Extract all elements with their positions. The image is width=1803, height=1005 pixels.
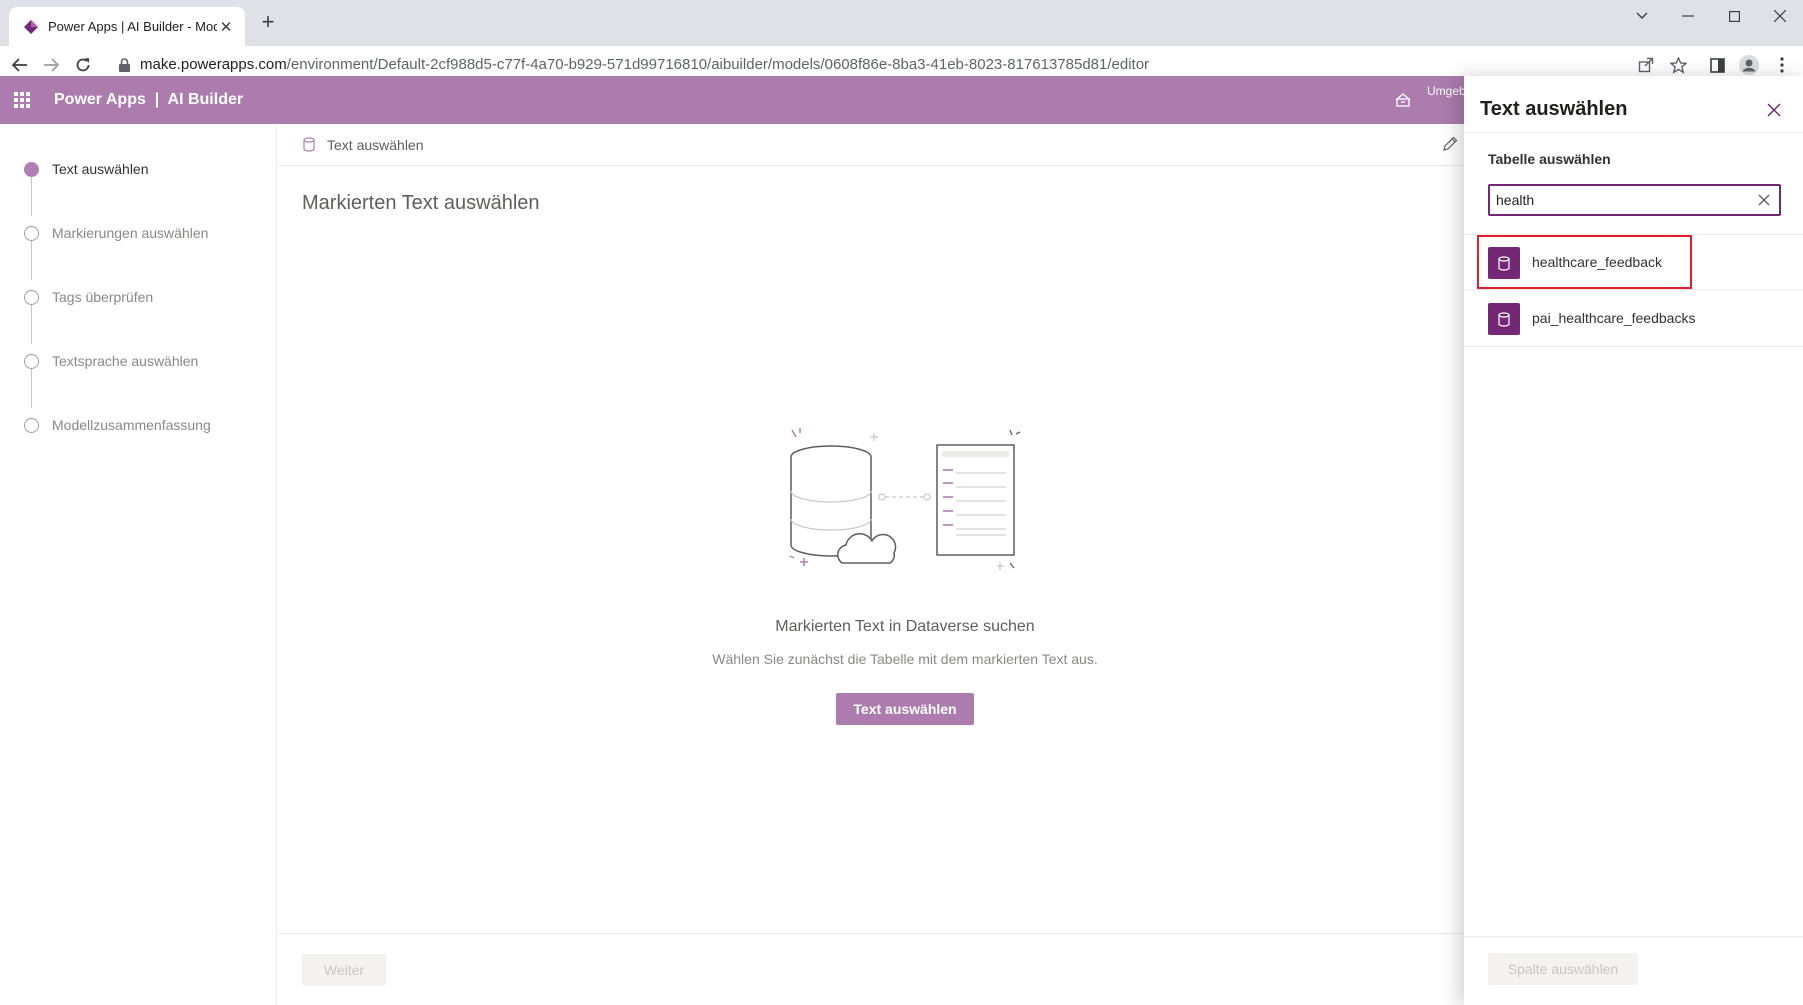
url-path: /environment/Default-2cf988d5-c77f-4a70-… bbox=[286, 56, 1150, 73]
step-text-language[interactable]: Textsprache auswählen bbox=[24, 351, 198, 371]
select-column-button[interactable]: Spalte auswählen bbox=[1488, 953, 1638, 985]
close-window-icon[interactable] bbox=[1768, 5, 1792, 27]
dataverse-illustration bbox=[789, 428, 1021, 570]
step-label: Textsprache auswählen bbox=[52, 353, 199, 369]
table-icon bbox=[303, 137, 315, 152]
step-connector bbox=[31, 304, 32, 344]
table-search-box[interactable] bbox=[1488, 184, 1781, 216]
minimize-window-icon[interactable] bbox=[1676, 5, 1700, 27]
back-arrow-icon[interactable] bbox=[10, 55, 30, 75]
step-text-select[interactable]: Text auswählen bbox=[24, 159, 149, 179]
breadcrumb-label: Text auswählen bbox=[327, 137, 424, 153]
table-search-input[interactable] bbox=[1496, 190, 1746, 210]
step-connector bbox=[31, 176, 32, 216]
page-title: Markierten Text auswählen bbox=[302, 192, 540, 214]
panel-footer-divider bbox=[1464, 936, 1803, 937]
clear-search-icon[interactable] bbox=[1756, 192, 1772, 208]
step-indicator bbox=[24, 353, 39, 369]
select-text-panel: Text auswählen Tabelle auswählen healthc… bbox=[1464, 76, 1803, 1005]
lock-icon[interactable] bbox=[118, 58, 131, 72]
forward-arrow-icon[interactable] bbox=[41, 55, 61, 75]
url-host: make.powerapps.com bbox=[140, 56, 287, 73]
step-review-tags[interactable]: Tags überprüfen bbox=[24, 287, 153, 307]
share-icon[interactable] bbox=[1636, 55, 1656, 75]
power-apps-favicon-icon bbox=[24, 19, 38, 34]
maximize-window-icon[interactable] bbox=[1722, 5, 1746, 27]
app-title: Power Apps | AI Builder bbox=[54, 91, 244, 108]
new-tab-icon[interactable]: + bbox=[258, 9, 278, 35]
wizard-footer: Weiter bbox=[278, 933, 1464, 1005]
url-text[interactable]: make.powerapps.com/environment/Default-2… bbox=[140, 56, 1149, 73]
next-button[interactable]: Weiter bbox=[302, 954, 386, 986]
highlight-annotation bbox=[1477, 235, 1692, 289]
empty-state-title: Markierten Text in Dataverse suchen bbox=[775, 618, 1035, 635]
step-markings-select[interactable]: Markierungen auswählen bbox=[24, 223, 208, 243]
environment-label[interactable]: Umgeb bbox=[1427, 84, 1466, 98]
environment-icon[interactable] bbox=[1394, 91, 1412, 109]
close-tab-icon[interactable]: ✕ bbox=[217, 18, 235, 36]
step-indicator bbox=[24, 289, 39, 305]
app-launcher-icon[interactable] bbox=[14, 92, 30, 108]
step-label: Modellzusammenfassung bbox=[52, 417, 211, 433]
panel-divider bbox=[1464, 132, 1803, 133]
profile-avatar-icon[interactable] bbox=[1739, 55, 1759, 75]
table-select-label: Tabelle auswählen bbox=[1488, 151, 1611, 167]
empty-state-subtitle: Wählen Sie zunächst die Tabelle mit dem … bbox=[712, 651, 1098, 667]
panel-title: Text auswählen bbox=[1480, 98, 1628, 120]
side-panel-icon[interactable] bbox=[1707, 55, 1727, 75]
step-connector bbox=[31, 368, 32, 408]
step-indicator bbox=[24, 225, 39, 241]
select-text-button[interactable]: Text auswählen bbox=[836, 693, 974, 725]
table-result-label: pai_healthcare_feedbacks bbox=[1532, 310, 1696, 326]
table-result-item[interactable]: pai_healthcare_feedbacks bbox=[1464, 291, 1803, 347]
step-label: Tags überprüfen bbox=[52, 289, 154, 305]
step-indicator bbox=[24, 161, 39, 177]
browser-menu-icon[interactable] bbox=[1772, 55, 1792, 75]
browser-tab-title: Power Apps | AI Builder - Mod bbox=[48, 19, 217, 34]
close-panel-icon[interactable] bbox=[1764, 100, 1784, 120]
browser-tab[interactable]: Power Apps | AI Builder - Mod ✕ bbox=[9, 7, 245, 46]
step-model-summary[interactable]: Modellzusammenfassung bbox=[24, 415, 211, 435]
step-indicator bbox=[24, 417, 39, 433]
step-connector bbox=[31, 240, 32, 280]
wizard-stepper: Text auswählen Markierungen auswählen Ta… bbox=[0, 124, 277, 1005]
step-label: Text auswählen bbox=[52, 161, 149, 177]
browser-tab-strip: Power Apps | AI Builder - Mod ✕ + bbox=[0, 0, 1803, 46]
breadcrumb: Text auswählen bbox=[278, 124, 1464, 166]
tab-search-chevron-icon[interactable] bbox=[1630, 5, 1654, 27]
step-label: Markierungen auswählen bbox=[52, 225, 209, 241]
table-icon bbox=[1488, 303, 1520, 335]
reload-icon[interactable] bbox=[73, 55, 93, 75]
bookmark-star-icon[interactable] bbox=[1668, 55, 1688, 75]
pencil-icon[interactable] bbox=[1442, 136, 1458, 152]
